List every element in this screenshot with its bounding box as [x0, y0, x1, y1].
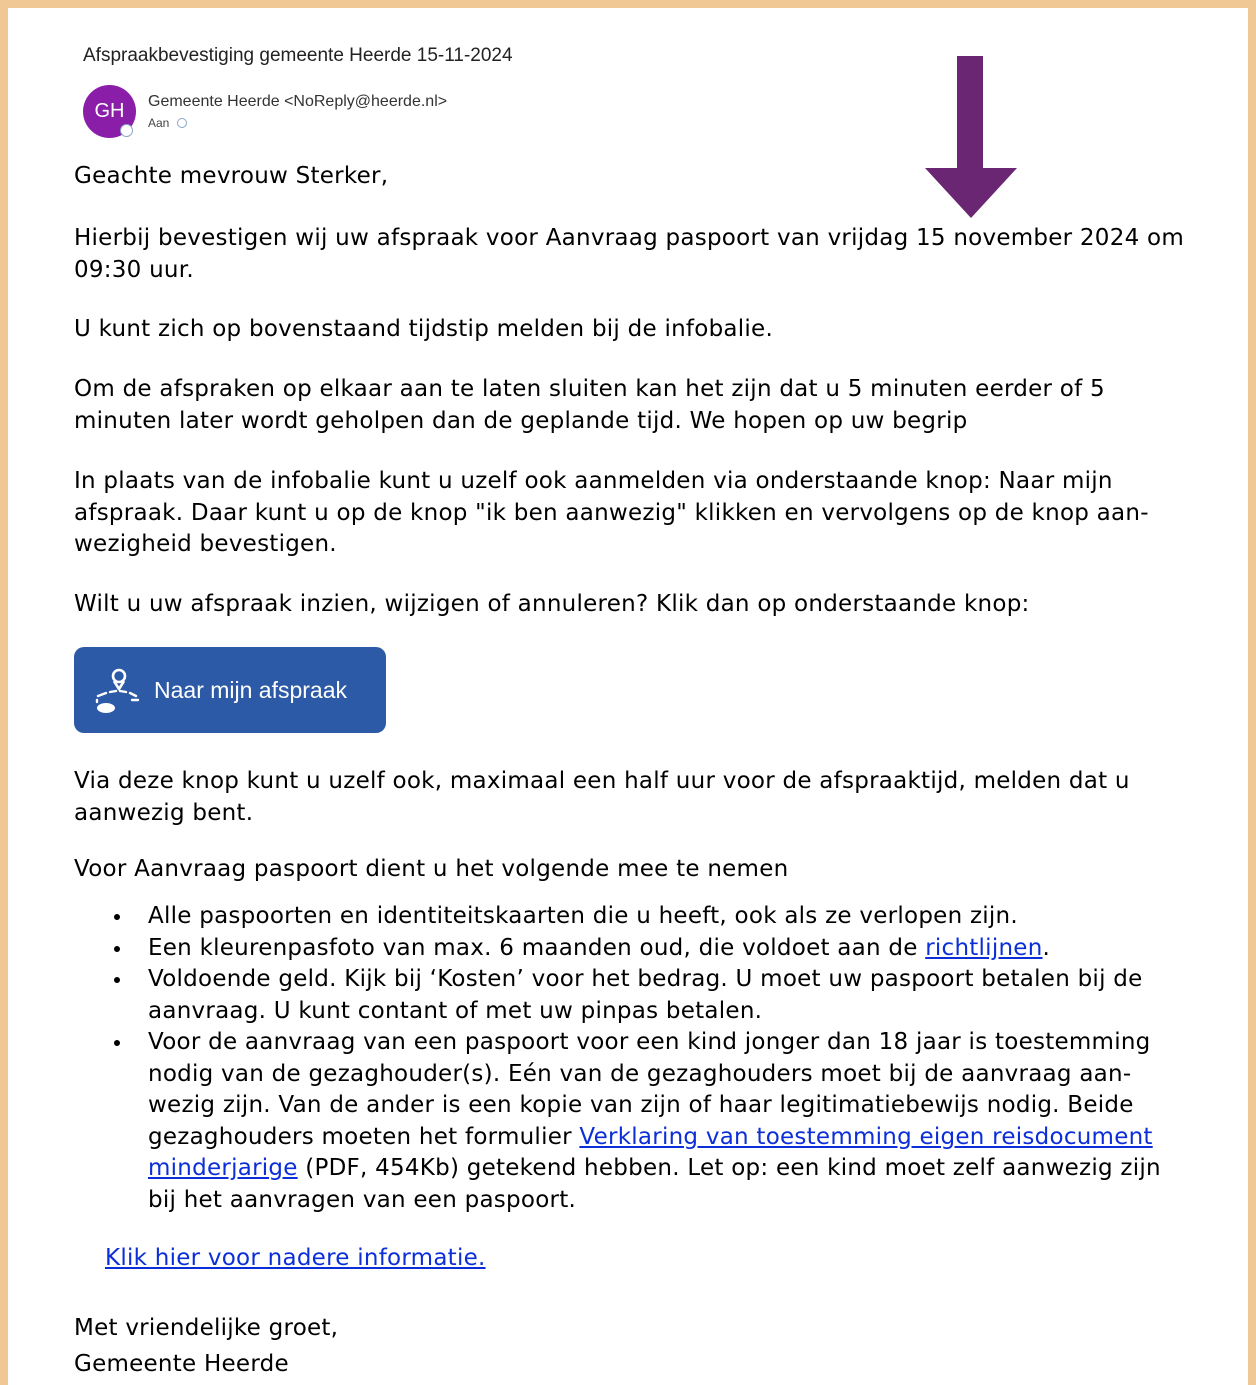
annotation-arrow-icon: [925, 56, 1017, 218]
my-appointment-button[interactable]: Naar mijn afspraak: [74, 647, 386, 733]
requirements-intro: Voor Aanvraag paspoort dient u het volge…: [74, 856, 789, 882]
email-subject: Afspraakbevestiging gemeente Heerde 15-1…: [83, 45, 513, 66]
list-item: Alle paspoorten en identiteitskaarten di…: [114, 901, 1194, 933]
guidelines-link[interactable]: richtlijnen: [925, 935, 1042, 961]
closing: Met vriendelijke groet,: [74, 1315, 339, 1341]
report-paragraph: U kunt zich op bovenstaand tijdstip meld…: [74, 316, 774, 342]
list-item-text: .: [1042, 934, 1051, 961]
manage-paragraph: Wilt u uw afspraak inzien, wijzigen of a…: [74, 591, 1030, 617]
list-item: Voldoende geld. Kijk bij ‘Kosten’ voor h…: [114, 964, 1194, 1027]
signature: Gemeente Heerde: [74, 1351, 289, 1377]
timing-paragraph: Om de afspraken op elkaar aan te laten s…: [74, 376, 1105, 434]
confirmation-paragraph: Hierbij bevestigen wij uw afspraak voor …: [74, 225, 1184, 283]
route-pin-icon: [95, 668, 140, 713]
list-item: Een kleurenpasfoto van max. 6 maanden ou…: [114, 933, 1194, 965]
avatar-initials: GH: [94, 100, 125, 122]
checkin-window-paragraph: Via deze knop kunt u uzelf ook, maximaal…: [74, 768, 1130, 826]
recipient-presence-icon: [177, 118, 188, 128]
sender-address[interactable]: Gemeente Heerde <NoReply@heerde.nl>: [148, 93, 447, 111]
my-appointment-button-label: Naar mijn afspraak: [154, 676, 348, 703]
email-frame: Afspraakbevestiging gemeente Heerde 15-1…: [0, 0, 1256, 1385]
list-item-text: Alle paspoorten en identiteitskaarten di…: [148, 903, 1018, 929]
list-item-text: Een kleurenpasfoto van max. 6 maanden ou…: [148, 934, 926, 961]
self-checkin-paragraph: In plaats van de infobalie kunt u uzelf …: [74, 468, 1149, 557]
list-item: Voor de aanvraag van een paspoort voor e…: [114, 1027, 1194, 1216]
more-info-link[interactable]: Klik hier voor nadere informatie.: [105, 1243, 486, 1275]
list-item-text: (PDF, 454Kb) getekend hebben. Let op: ee…: [148, 1155, 1161, 1213]
presence-status-icon: [120, 124, 133, 137]
greeting: Geachte mevrouw Sterker,: [74, 163, 389, 189]
list-item-text: Voldoende geld. Kijk bij ‘Kosten’ voor h…: [148, 966, 1143, 1024]
requirements-list: Alle paspoorten en identiteitskaarten di…: [114, 901, 1194, 1216]
to-label: Aan: [148, 116, 170, 130]
recipient-row: Aan: [148, 116, 188, 130]
